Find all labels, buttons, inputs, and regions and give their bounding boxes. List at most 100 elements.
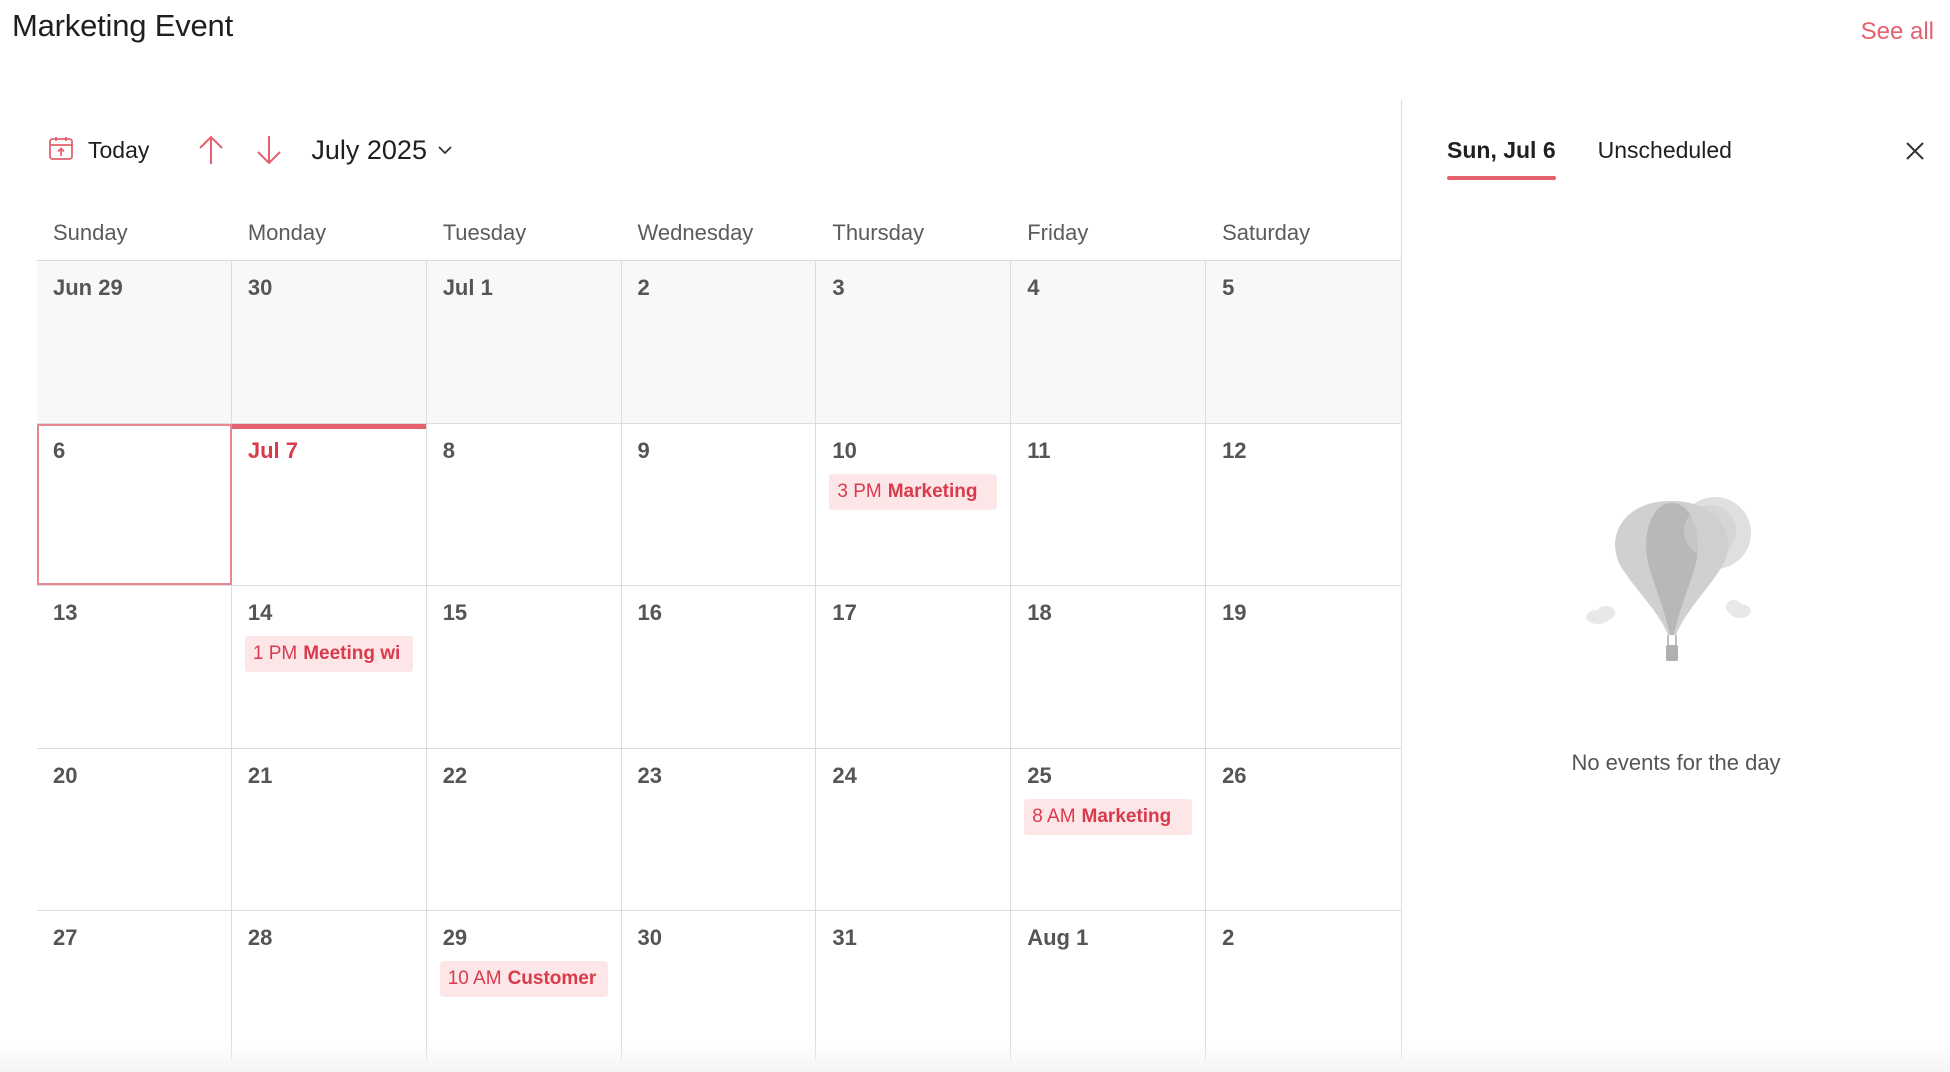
week-row: 20 21 22 23 24 25 8 AM Marketing 26	[37, 748, 1401, 911]
day-cell[interactable]: 11	[1011, 423, 1207, 585]
hot-air-balloon-icon	[1580, 495, 1770, 670]
day-number: 10	[832, 437, 857, 463]
day-cell[interactable]: 6	[37, 423, 232, 585]
month-selector[interactable]: July 2025	[311, 135, 453, 166]
day-number: 14	[247, 600, 273, 625]
weekday-tuesday: Tuesday	[442, 220, 527, 245]
day-number: 22	[442, 762, 468, 788]
close-icon	[1906, 142, 1924, 160]
empty-state-text: No events for the day	[1571, 750, 1781, 775]
day-number: 2	[1222, 925, 1235, 950]
day-number: 5	[1222, 275, 1235, 300]
day-cell[interactable]: Jul 7	[231, 423, 427, 585]
see-all-link[interactable]: See all	[1861, 18, 1934, 46]
bottom-fade	[0, 1042, 1950, 1072]
day-cell[interactable]: 12	[1206, 424, 1401, 586]
day-number: 16	[637, 600, 663, 625]
day-number: 12	[1222, 437, 1247, 463]
day-cell[interactable]: 2	[1206, 911, 1401, 1061]
tab-selected-day[interactable]: Sun, Jul 6	[1447, 130, 1556, 180]
day-number: 13	[53, 600, 78, 625]
weekday-sunday: Sunday	[53, 220, 128, 245]
weekday-header: Sunday Monday Tuesday Wednesday Thursday Frid…	[37, 216, 1401, 260]
day-cell[interactable]: 2	[621, 261, 817, 423]
previous-month-button[interactable]	[191, 130, 231, 170]
weekday-thursday: Thursday	[832, 220, 925, 245]
day-detail-panel: Sun, Jul 6 Unscheduled No events for the…	[1402, 100, 1950, 1072]
event-time: 1 PM	[252, 643, 298, 664]
day-number: 20	[53, 762, 78, 788]
day-number: 21	[247, 762, 273, 788]
day-cell[interactable]: 21	[232, 748, 427, 910]
day-number: 9	[637, 437, 650, 463]
day-number: 31	[832, 925, 857, 950]
day-cell[interactable]: 16	[622, 586, 817, 748]
day-number: Jun 29	[53, 275, 123, 300]
tab-unscheduled[interactable]: Unscheduled	[1598, 130, 1732, 180]
event-title: Marketing	[887, 480, 978, 502]
day-cell[interactable]: 25 8 AM Marketing	[1011, 748, 1207, 910]
day-number: 26	[1222, 762, 1247, 788]
arrow-down-icon	[257, 136, 282, 165]
event-time: 10 AM	[447, 968, 502, 989]
day-cell[interactable]: 5	[1206, 261, 1401, 423]
day-cell[interactable]: Aug 1	[1011, 911, 1207, 1061]
day-cell[interactable]: 24	[816, 748, 1012, 910]
month-calendar: Sunday Monday Tuesday Wednesday Thursday Frid…	[37, 216, 1401, 1061]
day-number: 17	[832, 600, 857, 625]
day-cell[interactable]: 10 3 PM Marketing	[816, 423, 1012, 585]
day-cell[interactable]: 19	[1206, 586, 1401, 748]
day-number: Jul 1	[442, 275, 493, 300]
day-number: 27	[53, 925, 78, 950]
day-cell[interactable]: 4	[1011, 261, 1207, 423]
day-number: 8	[442, 437, 455, 463]
day-cell[interactable]: 14 1 PM Meeting wi	[232, 586, 427, 748]
week-row: 6 Jul 7 8 9 10 3 PM Marketing 11 12	[37, 423, 1401, 586]
weekday-monday: Monday	[247, 220, 327, 245]
day-cell[interactable]: 22	[427, 748, 622, 910]
calendar-toolbar: Today July 2025	[48, 130, 453, 170]
day-cell[interactable]: 30	[622, 911, 817, 1061]
week-row: 27 28 29 10 AM Customer 30 31 Aug 1 2	[37, 911, 1401, 1061]
day-number: 18	[1027, 600, 1052, 625]
day-cell[interactable]: 28	[232, 911, 427, 1061]
day-cell[interactable]: Jul 1	[426, 261, 622, 423]
day-number: 15	[442, 600, 468, 625]
day-cell[interactable]: 18	[1011, 586, 1207, 748]
close-panel-button[interactable]	[1898, 134, 1932, 168]
day-cell[interactable]: 27	[37, 911, 232, 1061]
event-chip[interactable]: 10 AM Customer	[439, 961, 608, 997]
event-chip[interactable]: 1 PM Meeting wi	[244, 636, 413, 672]
event-title: Marketing	[1081, 805, 1172, 827]
day-cell[interactable]: 13	[37, 586, 232, 748]
event-chip[interactable]: 8 AM Marketing	[1024, 798, 1193, 835]
event-time: 8 AM	[1032, 805, 1076, 827]
day-cell[interactable]: 9	[622, 423, 817, 585]
day-number: 6	[53, 437, 66, 463]
day-cell[interactable]: 17	[816, 586, 1012, 748]
day-cell[interactable]: 29 10 AM Customer	[427, 911, 622, 1061]
day-cell[interactable]: 31	[816, 911, 1012, 1061]
day-cell[interactable]: 20	[37, 748, 232, 910]
day-number: 23	[637, 762, 663, 788]
next-month-button[interactable]	[249, 130, 289, 170]
today-label: Today	[88, 136, 150, 163]
day-number: 29	[442, 925, 468, 950]
event-title: Customer	[507, 968, 597, 989]
day-number: 30	[247, 275, 273, 300]
weekday-friday: Friday	[1027, 220, 1089, 245]
day-cell[interactable]: 3	[816, 261, 1012, 423]
day-cell[interactable]: 26	[1206, 749, 1401, 911]
day-number: 30	[637, 925, 663, 950]
today-button[interactable]: Today	[48, 135, 149, 166]
day-cell[interactable]: Jun 29	[37, 261, 232, 423]
day-cell[interactable]: 15	[427, 586, 622, 748]
day-number: Aug 1	[1027, 925, 1089, 950]
day-number: 25	[1027, 762, 1052, 788]
chevron-down-icon	[438, 146, 452, 155]
day-cell[interactable]: 23	[622, 748, 817, 910]
event-chip[interactable]: 3 PM Marketing	[829, 473, 998, 510]
day-cell[interactable]: 30	[231, 261, 427, 423]
day-cell[interactable]: 8	[427, 423, 622, 585]
day-number: 2	[637, 275, 650, 300]
